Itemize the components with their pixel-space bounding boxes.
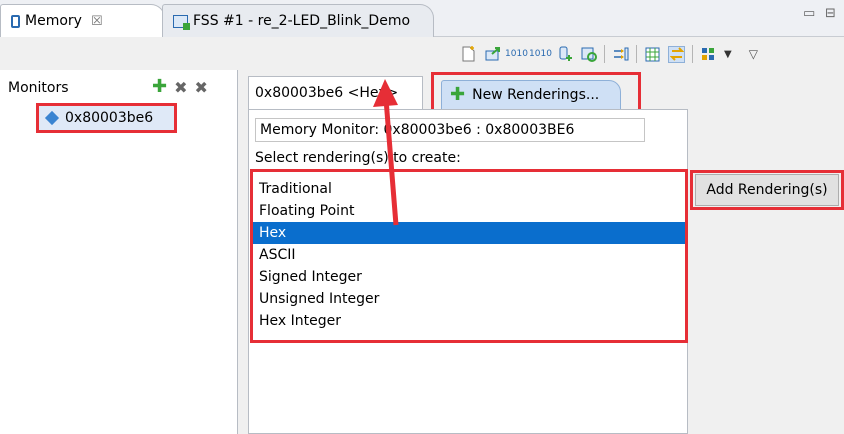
maximize-icon[interactable]: ⊟ — [825, 6, 836, 21]
add-memory-icon[interactable] — [556, 46, 573, 63]
add-rendering-button[interactable]: Add Rendering(s) — [695, 174, 839, 206]
chevron-down-icon[interactable]: ▼ — [724, 49, 732, 60]
remove-all-icon[interactable]: ✖ — [195, 78, 208, 97]
renderings-area: 0x80003be6 <Hex> ✚ New Renderings... Mem… — [240, 70, 844, 434]
toolbar-separator — [636, 45, 637, 63]
monitor-item[interactable]: 0x80003be6 — [36, 103, 177, 133]
monitors-tools: ✚ ✖ ✖ — [152, 78, 208, 98]
toggle-icon[interactable] — [668, 45, 685, 63]
list-item-signed-integer[interactable]: Signed Integer — [253, 266, 685, 288]
list-item-unsigned-integer[interactable]: Unsigned Integer — [253, 288, 685, 310]
memory-monitor-label: Memory Monitor: 0x80003be6 : 0x80003BE6 — [255, 118, 645, 142]
toolbar-separator — [692, 45, 693, 63]
list-item-traditional[interactable]: Traditional — [253, 178, 685, 200]
rendering-list-highlight: Traditional Floating Point Hex ASCII Sig… — [250, 169, 688, 343]
new-renderings-label: New Renderings... — [472, 87, 600, 103]
layout-icon[interactable] — [612, 46, 629, 63]
select-rendering-label: Select rendering(s) to create: — [255, 150, 461, 166]
remove-monitor-icon[interactable]: ✖ — [174, 78, 187, 97]
tab-fss-label: FSS #1 - re_2-LED_Blink_Demo — [193, 13, 411, 29]
console-icon — [173, 14, 190, 30]
monitors-pane: Monitors ✚ ✖ ✖ 0x80003be6 — [0, 70, 238, 434]
diamond-icon — [44, 110, 60, 126]
grid-icon[interactable] — [644, 46, 661, 63]
new-renderings-panel: Memory Monitor: 0x80003be6 : 0x80003BE6 … — [248, 109, 688, 434]
list-item-hex[interactable]: Hex — [253, 222, 685, 244]
tab-new-renderings[interactable]: ✚ New Renderings... — [441, 80, 621, 110]
view-tab-bar: Memory ☒ FSS #1 - re_2-LED_Blink_Demo ▭ … — [0, 0, 844, 37]
import-icon[interactable] — [484, 46, 501, 63]
monitors-title: Monitors — [8, 80, 69, 96]
tab-memory-label: Memory — [25, 13, 82, 29]
tab-fss-session[interactable]: FSS #1 - re_2-LED_Blink_Demo — [162, 4, 434, 37]
minimize-icon[interactable]: ▭ — [803, 6, 815, 21]
memory-view-icon — [11, 14, 20, 28]
monitor-item-label: 0x80003be6 — [65, 110, 154, 126]
binary-icon[interactable]: 1010 — [529, 46, 552, 63]
toolbar-separator — [604, 45, 605, 63]
list-item-ascii[interactable]: ASCII — [253, 244, 685, 266]
new-renderings-highlight: ✚ New Renderings... — [431, 72, 641, 114]
list-item-floating-point[interactable]: Floating Point — [253, 200, 685, 222]
tab-memory[interactable]: Memory ☒ — [0, 4, 165, 37]
rendering-list[interactable]: Traditional Floating Point Hex ASCII Sig… — [253, 172, 685, 332]
add-rendering-highlight: Add Rendering(s) — [690, 170, 844, 210]
export-icon[interactable]: 1010 — [505, 46, 528, 63]
new-icon[interactable] — [460, 46, 477, 63]
view-menu-icon[interactable] — [700, 46, 717, 63]
view-menu-chevron-icon[interactable]: ▽ — [749, 47, 758, 61]
list-item-hex-integer[interactable]: Hex Integer — [253, 310, 685, 332]
close-icon[interactable]: ☒ — [91, 14, 103, 29]
annotation-arrow — [373, 79, 399, 226]
plus-icon: ✚ — [450, 84, 466, 105]
memory-toolbar: 1010 1010 ▼ ▽ — [460, 40, 758, 68]
add-monitor-icon[interactable]: ✚ — [152, 78, 167, 97]
refresh-icon[interactable] — [580, 46, 597, 63]
